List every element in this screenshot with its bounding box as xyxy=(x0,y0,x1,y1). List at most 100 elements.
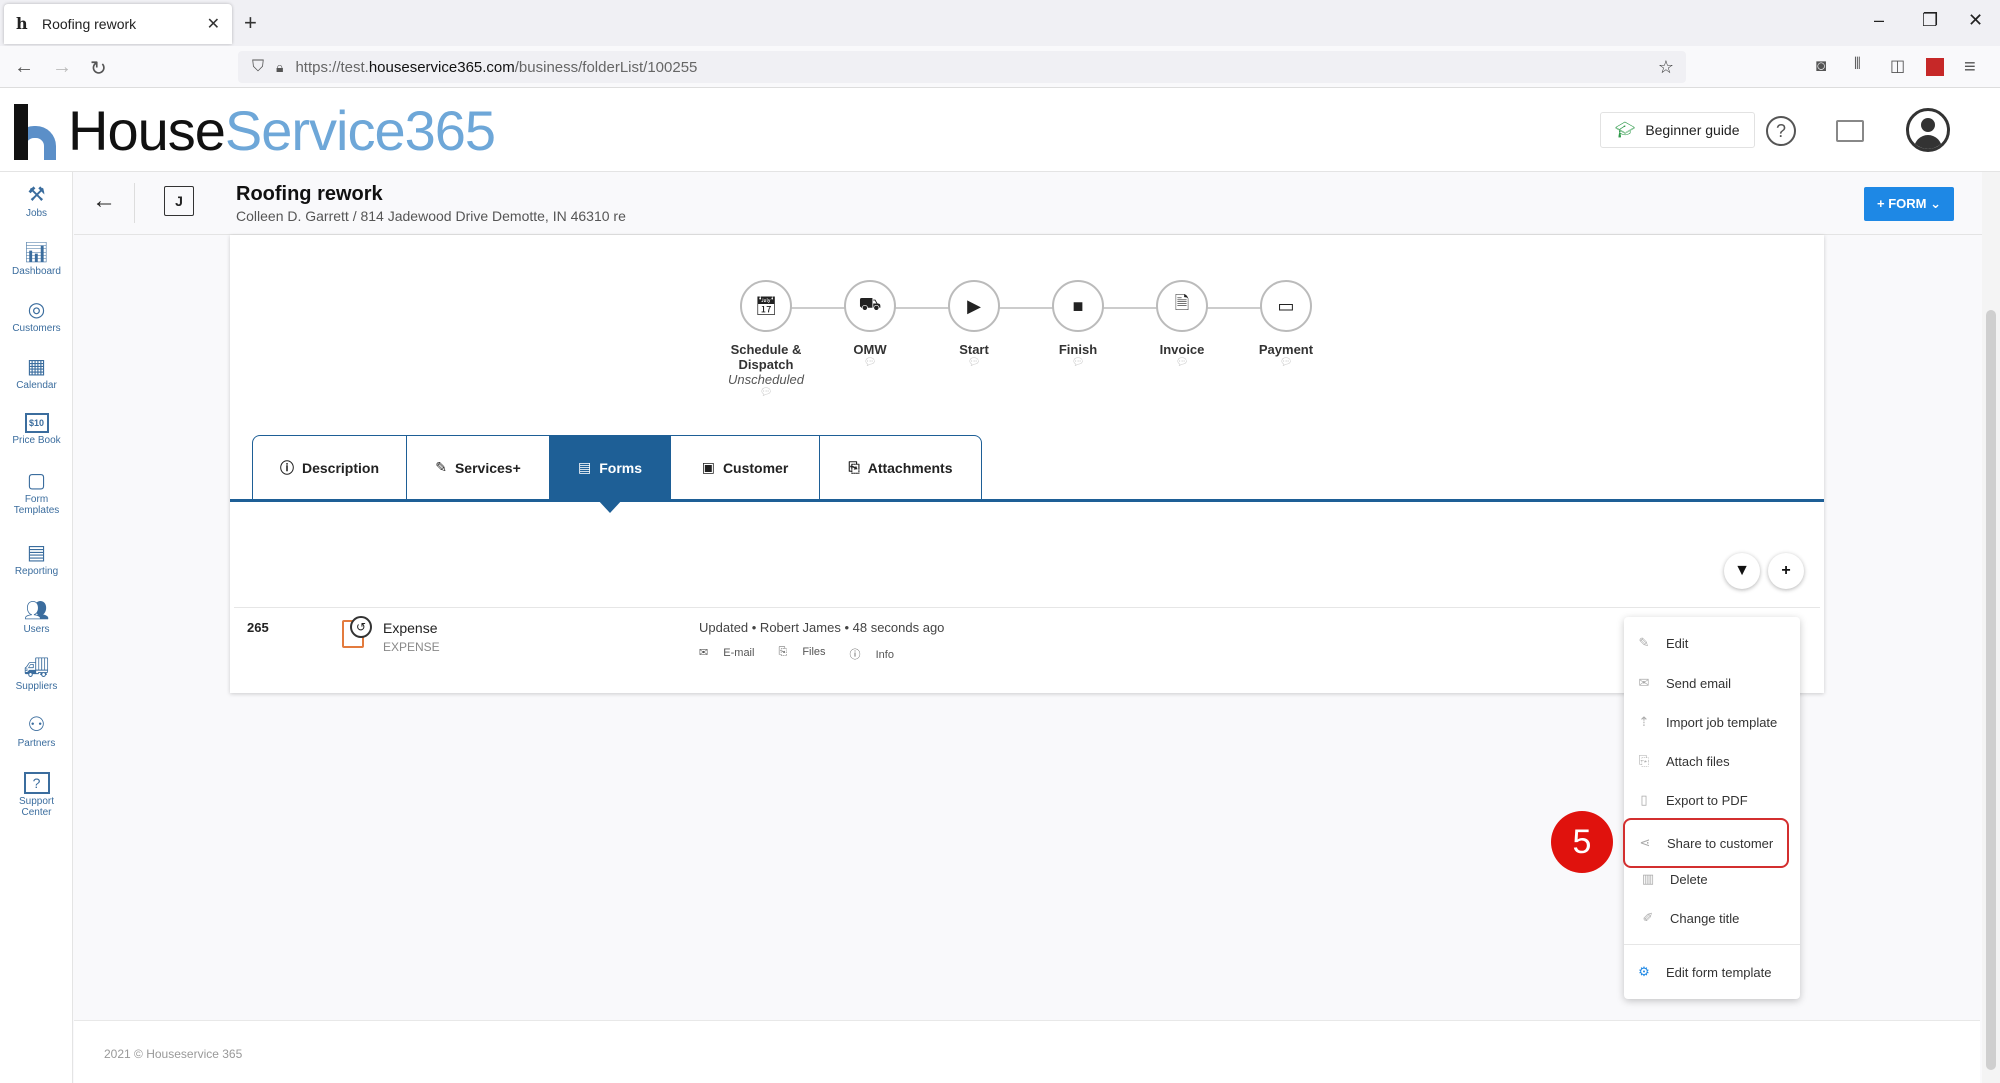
sidebar-item-jobs[interactable]: ⚒ Jobs xyxy=(0,184,73,219)
bookmark-star-icon[interactable]: ☆ xyxy=(1658,57,1674,78)
step-finish[interactable]: ■ Finish 💬︎ xyxy=(1018,280,1138,368)
browser-tab[interactable]: h Roofing rework ✕ xyxy=(4,4,232,44)
back-arrow-icon[interactable]: ← xyxy=(92,187,116,215)
beginner-guide-button[interactable]: 🎓︎ Beginner guide xyxy=(1600,112,1755,148)
reload-icon[interactable]: ↻ xyxy=(90,56,107,81)
step-start[interactable]: ▶ Start 💬︎ xyxy=(914,280,1034,368)
menu-item-attach-files[interactable]: ⎘ Attach files xyxy=(1624,745,1800,777)
menu-item-export-pdf[interactable]: ▯ Export to PDF xyxy=(1624,784,1800,816)
add-form-button[interactable]: + FORM ⌄ xyxy=(1864,187,1954,221)
add-icon[interactable]: + xyxy=(1768,553,1804,589)
edit-title-icon: ✐ xyxy=(1642,910,1654,925)
share-icon: ⋖ xyxy=(1639,835,1651,850)
menu-item-label: Send email xyxy=(1666,675,1732,691)
menu-item-change-title[interactable]: ✐ Change title xyxy=(1624,902,1800,934)
mail-icon: ✉ xyxy=(699,647,712,659)
files-link[interactable]: ⎘ Files xyxy=(778,646,837,662)
sidebar-item-reporting[interactable]: ▤ Reporting xyxy=(0,542,73,577)
email-link[interactable]: ✉ E-mail xyxy=(699,646,766,662)
document-icon: 🗎 xyxy=(1156,280,1208,332)
close-tab-icon[interactable]: ✕ xyxy=(207,14,220,34)
sidebar: ⚒ Jobs 📊︎ Dashboard ◎ Customers ▦ Calend… xyxy=(0,172,73,1083)
new-tab-icon[interactable]: + xyxy=(244,10,257,36)
brand-logo[interactable]: House Service365 xyxy=(10,98,496,162)
sidebar-item-label: Form Templates xyxy=(13,494,60,516)
tab-label: Attachments xyxy=(867,459,953,476)
form-name[interactable]: Expense xyxy=(383,620,437,636)
scrollbar-thumb[interactable] xyxy=(1986,310,1996,1070)
page-scrollbar[interactable] xyxy=(1982,172,2000,1083)
form-type: EXPENSE xyxy=(383,640,440,654)
tab-forms[interactable]: ▤ Forms xyxy=(549,435,671,513)
target-icon: ◎ xyxy=(27,299,46,321)
sidebar-item-suppliers[interactable]: 🚚︎ Suppliers xyxy=(0,657,73,692)
browser-tab-bar: h Roofing rework ✕ + – ❐ ✕ xyxy=(0,0,2000,46)
sidebar-item-support-center[interactable]: ? Support Center xyxy=(0,772,73,818)
sidebar-toggle-icon[interactable]: ◫ xyxy=(1890,56,1905,76)
pocket-icon[interactable]: ◙ xyxy=(1816,56,1826,76)
sidebar-item-label: Users xyxy=(23,624,50,635)
workflow-steps: 📅︎ Schedule & Dispatch Unscheduled 💬︎ ⛟ … xyxy=(230,280,1824,420)
pdf-icon: ▯ xyxy=(1640,792,1648,807)
tab-description[interactable]: ⓘ Description xyxy=(252,435,407,499)
step-omw[interactable]: ⛟ OMW 💬︎ xyxy=(810,280,930,368)
minimize-icon[interactable]: – xyxy=(1874,10,1884,31)
menu-item-label: Edit xyxy=(1666,635,1689,651)
menu-item-send-email[interactable]: ✉ Send email xyxy=(1624,667,1800,699)
menu-item-edit-form-template[interactable]: ⚙ Edit form template xyxy=(1624,956,1800,988)
menu-item-delete[interactable]: ▥ Delete xyxy=(1624,863,1800,895)
folder-icon[interactable] xyxy=(1836,120,1864,142)
menu-icon[interactable]: ≡ xyxy=(1964,56,1976,79)
menu-item-import-job-template[interactable]: ⇡ Import job template xyxy=(1624,706,1800,738)
sidebar-item-label: Price Book xyxy=(12,435,61,446)
library-icon[interactable]: ⫴ xyxy=(1854,56,1861,74)
bar-chart-icon: 📊︎ xyxy=(23,242,50,264)
info-link-label: Info xyxy=(875,649,894,661)
tab-customer[interactable]: ▣ Customer xyxy=(670,435,820,499)
menu-item-label: Edit form template xyxy=(1666,964,1772,980)
menu-item-label: Share to customer xyxy=(1667,835,1774,851)
step-invoice[interactable]: 🗎 Invoice 💬︎ xyxy=(1122,280,1242,368)
brand-word-service: Service365 xyxy=(224,98,496,162)
info-link[interactable]: ⓘ Info xyxy=(850,646,906,662)
filter-icon[interactable]: ▼ xyxy=(1724,553,1760,589)
url-prefix: https://test. xyxy=(295,58,369,76)
forward-icon[interactable]: → xyxy=(52,56,72,79)
calendar-icon: ▦ xyxy=(27,356,46,378)
sidebar-item-dashboard[interactable]: 📊︎ Dashboard xyxy=(0,242,73,277)
menu-item-edit[interactable]: ✎ Edit xyxy=(1624,627,1800,659)
id-card-icon: ▣ xyxy=(701,459,715,475)
sidebar-item-label: Calendar xyxy=(16,380,57,391)
url-bar[interactable]: ⛉ 🔒︎ https://test. houseservice365.com/bu… xyxy=(238,51,1686,83)
sidebar-item-partners[interactable]: ⚇ Partners xyxy=(0,714,73,749)
step-schedule-dispatch[interactable]: 📅︎ Schedule & Dispatch Unscheduled 💬︎ xyxy=(706,280,826,398)
url-host: houseservice365.com xyxy=(368,58,515,76)
sidebar-item-users[interactable]: 👥︎ Users xyxy=(0,600,73,635)
menu-item-share-to-customer[interactable]: ⋖ Share to customer xyxy=(1623,818,1789,868)
sidebar-item-calendar[interactable]: ▦ Calendar xyxy=(0,356,73,391)
brand-word-house: House xyxy=(68,98,226,162)
help-icon[interactable]: ? xyxy=(1766,116,1796,146)
table-row[interactable]: 265 ↺ Expense EXPENSE Updated • Robert J… xyxy=(230,608,1824,692)
sidebar-item-label: Jobs xyxy=(25,208,48,219)
extension-icon[interactable] xyxy=(1926,58,1944,76)
comment-icon: 💬︎ xyxy=(1279,357,1293,368)
sidebar-item-price-book[interactable]: $10 Price Book xyxy=(0,413,73,446)
tab-services[interactable]: ✎ Services+ xyxy=(406,435,550,499)
back-icon[interactable]: ← xyxy=(14,56,34,79)
email-link-label: E-mail xyxy=(723,647,755,659)
sidebar-item-form-templates[interactable]: ▢ Form Templates xyxy=(0,470,73,516)
close-window-icon[interactable]: ✕ xyxy=(1968,10,1983,31)
lock-icon: 🔒︎ xyxy=(276,58,284,75)
partners-icon: ⚇ xyxy=(27,714,46,736)
sidebar-item-customers[interactable]: ◎ Customers xyxy=(0,299,73,334)
copyright-text: 2021 © Houseservice 365 xyxy=(104,1047,243,1061)
step-payment[interactable]: ▭ Payment 💬︎ xyxy=(1226,280,1346,368)
avatar[interactable] xyxy=(1906,108,1950,152)
play-icon: ▶ xyxy=(948,280,1000,332)
restore-icon[interactable]: ❐ xyxy=(1922,10,1938,31)
footer: 2021 © Houseservice 365 xyxy=(74,1020,1980,1083)
job-type-badge: J xyxy=(164,186,194,216)
tab-attachments[interactable]: ⎘ Attachments xyxy=(819,435,982,499)
divider xyxy=(134,183,135,223)
